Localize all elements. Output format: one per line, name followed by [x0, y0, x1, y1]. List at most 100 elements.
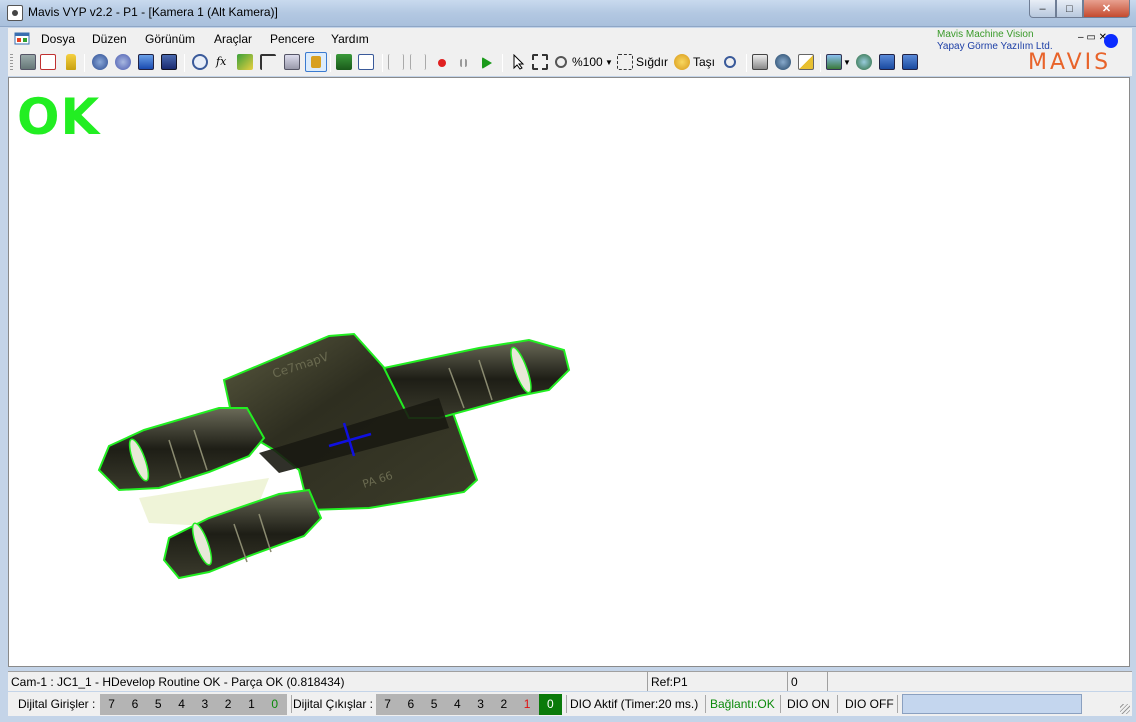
- distribute-icon: [410, 54, 426, 70]
- minimize-button[interactable]: –: [1029, 0, 1056, 18]
- checklist-icon[interactable]: [40, 54, 56, 70]
- status-separator: [897, 695, 898, 713]
- close-button[interactable]: ✕: [1083, 0, 1130, 18]
- status-ref: Ref:P1: [648, 672, 788, 691]
- dio-on-button[interactable]: DIO ON: [787, 697, 830, 711]
- toolbar-separator: [746, 54, 747, 72]
- status-bar: Cam-1 : JC1_1 - HDevelop Routine OK - Pa…: [8, 671, 1132, 691]
- input-bit-5: 5: [154, 697, 162, 711]
- menu-pencere[interactable]: Pencere: [270, 32, 315, 46]
- printer-icon[interactable]: [752, 54, 768, 70]
- dio-active-status: DIO Aktif (Timer:20 ms.): [570, 697, 699, 711]
- app-camera-icon[interactable]: [7, 5, 23, 21]
- logo-brand: MAVIS: [1028, 50, 1112, 75]
- progress-bar: [902, 694, 1082, 714]
- digital-inputs-label: Dijital Girişler :: [18, 697, 96, 711]
- inspect-icon[interactable]: [192, 54, 208, 70]
- title-bar: Mavis VYP v2.2 - P1 - [Kamera 1 (Alt Kam…: [0, 0, 1136, 27]
- toolbar-separator: [820, 54, 821, 72]
- pointer-icon[interactable]: [511, 54, 527, 70]
- fit-button[interactable]: Sığdır: [636, 55, 668, 69]
- layers-icon[interactable]: [798, 54, 814, 70]
- menu-dosya[interactable]: Dosya: [41, 32, 75, 46]
- grid-icon[interactable]: [20, 54, 36, 70]
- play-icon[interactable]: [482, 57, 492, 69]
- crop-icon[interactable]: [532, 54, 548, 70]
- output-bit-5: 5: [430, 697, 438, 711]
- move-icon[interactable]: [674, 54, 690, 70]
- move-button[interactable]: Taşı: [693, 55, 715, 69]
- record-icon[interactable]: [438, 59, 446, 67]
- network-icon[interactable]: [856, 54, 872, 70]
- menu-duzen[interactable]: Düzen: [92, 32, 127, 46]
- zoom-icon[interactable]: [555, 56, 567, 68]
- window-controls: – □ ✕: [1029, 0, 1130, 18]
- toolbar-separator: [84, 54, 85, 72]
- save-icon[interactable]: [161, 54, 177, 70]
- toolbar-separator: [330, 54, 331, 72]
- chevron-down-icon[interactable]: ▼: [605, 58, 613, 67]
- brush-icon[interactable]: [237, 54, 253, 70]
- toolbar-separator: [184, 54, 185, 72]
- output-bit-2: 2: [500, 697, 508, 711]
- pause-icon[interactable]: [460, 59, 467, 67]
- dio-off-button[interactable]: DIO OFF: [845, 697, 894, 711]
- part-overlay: Ce7mapV PA 66: [97, 332, 571, 580]
- dio-status-bar: Dijital Girişler : 7 6 5 4 3 2 1 0 Dijit…: [8, 692, 1132, 716]
- function-icon[interactable]: fx: [216, 55, 226, 68]
- output-bit-1: 1: [523, 697, 531, 711]
- mdi-child-controls[interactable]: – ▭ ✕: [1078, 32, 1107, 43]
- key-icon[interactable]: [66, 54, 76, 70]
- output-bit-0: 0: [538, 694, 562, 715]
- status-separator: [837, 695, 838, 713]
- input-bit-6: 6: [131, 697, 139, 711]
- window-title: Mavis VYP v2.2 - P1 - [Kamera 1 (Alt Kam…: [28, 5, 278, 19]
- toolbar-separator: [382, 54, 383, 72]
- company-logo: Mavis Machine Vision Yapay Görme Yazılım…: [930, 28, 1130, 76]
- status-separator: [780, 695, 781, 713]
- picture-icon[interactable]: [826, 54, 842, 70]
- export-icon[interactable]: [879, 54, 895, 70]
- toolbar-separator: [502, 54, 503, 72]
- input-bit-1: 1: [248, 697, 255, 711]
- connection-status: Bağlantı:OK: [710, 697, 775, 711]
- picture-dropdown-chevron-icon[interactable]: ▼: [843, 58, 851, 67]
- input-bit-3: 3: [201, 697, 209, 711]
- digital-outputs-bits: 7 6 5 4 3 2 1 0: [376, 694, 562, 715]
- book-icon[interactable]: [336, 54, 352, 70]
- status-value: 0: [788, 672, 828, 691]
- input-bit-7: 7: [108, 697, 115, 711]
- status-separator: [291, 695, 292, 713]
- settings-gear-icon[interactable]: [92, 54, 108, 70]
- status-separator: [705, 695, 706, 713]
- maximize-button[interactable]: □: [1056, 0, 1083, 18]
- part-tube-upper-right: [382, 338, 571, 419]
- download-icon[interactable]: [902, 54, 918, 70]
- input-bit-4: 4: [178, 697, 185, 711]
- camera-image-view[interactable]: OK Ce7mapV PA 66: [8, 77, 1130, 667]
- image-icon[interactable]: [138, 54, 154, 70]
- sound-icon: [311, 56, 321, 68]
- menu-yardim[interactable]: Yardım: [331, 32, 369, 46]
- zoom-level-dropdown[interactable]: %100: [572, 55, 603, 69]
- calculator-icon[interactable]: [284, 54, 300, 70]
- input-bit-0: 0: [271, 697, 279, 711]
- align-icon: [388, 54, 404, 70]
- logo-tagline: Mavis Machine Vision: [937, 29, 1034, 40]
- resize-grip-icon[interactable]: [1120, 704, 1130, 714]
- menu-araclar[interactable]: Araçlar: [214, 32, 252, 46]
- toolbar-grip[interactable]: [10, 54, 13, 72]
- globe-icon[interactable]: [775, 54, 791, 70]
- status-message: Cam-1 : JC1_1 - HDevelop Routine OK - Pa…: [8, 672, 648, 691]
- output-bit-4: 4: [454, 697, 461, 711]
- fit-icon[interactable]: [617, 54, 633, 70]
- menu-gorunum[interactable]: Görünüm: [145, 32, 195, 46]
- multi-gear-icon[interactable]: [115, 54, 131, 70]
- mdi-window-icon[interactable]: [14, 31, 30, 46]
- search-icon[interactable]: [724, 56, 736, 68]
- ruler-icon[interactable]: [260, 54, 276, 70]
- digital-outputs-label: Dijital Çıkışlar :: [293, 697, 374, 711]
- edit-form-icon[interactable]: [358, 54, 374, 70]
- status-separator: [566, 695, 567, 713]
- digital-inputs-bits: 7 6 5 4 3 2 1 0: [100, 694, 287, 715]
